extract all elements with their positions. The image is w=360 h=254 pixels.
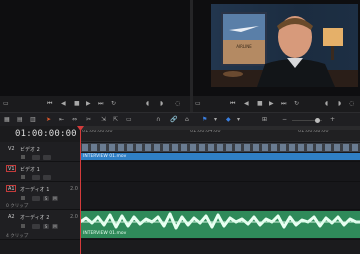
program-loop-button[interactable]: ↻	[294, 100, 299, 108]
track-name: オーディオ 2	[20, 215, 50, 221]
program-play-reverse-button[interactable]: ◀	[244, 100, 249, 108]
track-header-v2[interactable]: V2 ビデオ 2	[0, 142, 80, 162]
mute-button[interactable]: M	[52, 196, 58, 201]
lock-icon[interactable]	[21, 155, 25, 159]
program-menu-icon[interactable]: ▭	[195, 100, 201, 108]
flag-icon[interactable]: ⚑	[202, 116, 207, 124]
auto-select-icon[interactable]	[32, 224, 40, 229]
track-header-v1[interactable]: V1 ビデオ 1	[0, 162, 80, 182]
replace-clip-icon[interactable]: ▭	[126, 116, 132, 124]
source-transport-bar: ▭ ⏮ ◀ ■ ▶ ⏭ ↻ ◖ ◗ ◌	[0, 96, 190, 112]
source-viewer[interactable]	[0, 0, 190, 96]
clip-label: INTERVIEW 01.mov	[83, 154, 127, 159]
zoom-out-icon[interactable]: −	[282, 116, 287, 124]
track-id: V2	[8, 146, 15, 152]
ruler-strip	[80, 126, 360, 130]
jump-start-button[interactable]: ⏮	[47, 100, 52, 108]
timecode-display: 01:00:00:00	[15, 129, 77, 139]
track-enable-icon[interactable]	[43, 175, 51, 180]
timeline-settings-icon[interactable]: ▥	[30, 116, 36, 124]
track-name: ビデオ 1	[20, 167, 40, 173]
clip-count: 0 クリップ	[6, 204, 29, 209]
program-transport-bar: ▭ ⏮ ◀ ■ ▶ ⏭ ↻ ◖ ◗ ◌	[193, 96, 360, 112]
track-lane-a2[interactable]: INTERVIEW 01.mov	[80, 210, 360, 240]
mark-out-button[interactable]: ◗	[160, 100, 163, 108]
lock-icon[interactable]	[21, 175, 25, 179]
track-name: ビデオ 2	[20, 147, 40, 153]
viewer-menu-icon[interactable]: ▭	[3, 100, 9, 108]
track-id: A2	[8, 214, 15, 220]
blade-tool-icon[interactable]: ✂	[86, 116, 91, 124]
zoom-fit-icon[interactable]: ⊞	[262, 116, 267, 124]
linked-selection-icon[interactable]: 🔗	[170, 116, 177, 124]
play-button[interactable]: ▶	[86, 100, 91, 108]
loop-button[interactable]: ↻	[111, 100, 116, 108]
program-jump-start-button[interactable]: ⏮	[230, 100, 235, 108]
position-lock-icon[interactable]: ⌂	[185, 116, 189, 124]
auto-select-icon[interactable]	[32, 196, 40, 201]
track-header-a2[interactable]: A2 オーディオ 2 2.0 S M 4 クリップ	[0, 210, 80, 240]
timeline-toolbar: ▦ ▤ ▥ ➤ ⇤ ⇔ ✂ ⇲ ⇱ ▭ ∩ 🔗 ⌂ ⚑ ▾ ◆ ▾ ⊞ − +	[0, 112, 360, 126]
mark-in-button[interactable]: ◖	[146, 100, 149, 108]
program-stop-button[interactable]: ■	[257, 100, 263, 108]
channel-format: 2.0	[70, 214, 78, 220]
track-enable-icon[interactable]	[43, 155, 51, 160]
program-play-button[interactable]: ▶	[269, 100, 274, 108]
svg-text:AIRLINE: AIRLINE	[236, 44, 252, 49]
playhead[interactable]	[80, 126, 81, 254]
program-clear-marks-button[interactable]: ◌	[349, 100, 354, 108]
marker-icon[interactable]: ◆	[226, 116, 231, 124]
track-name: オーディオ 1	[20, 187, 50, 193]
program-video-frame: AIRLINE	[211, 4, 358, 87]
snapping-icon[interactable]: ∩	[156, 116, 160, 124]
track-lane-a1[interactable]	[80, 182, 360, 210]
track-header-a1[interactable]: A1 オーディオ 1 2.0 S M 0 クリップ	[0, 182, 80, 210]
timeline-view-icon[interactable]: ▤	[17, 116, 23, 124]
program-jump-end-button[interactable]: ⏭	[281, 100, 286, 108]
overwrite-clip-icon[interactable]: ⇱	[113, 116, 118, 124]
timeline-ruler[interactable]: 01:00:00:00 01:00:04:00 01:00:08:00	[80, 126, 360, 142]
auto-select-icon[interactable]	[32, 155, 40, 160]
channel-format: 2.0	[70, 186, 78, 192]
stop-button[interactable]: ■	[74, 100, 80, 108]
solo-button[interactable]: S	[43, 224, 49, 229]
program-mark-in-button[interactable]: ◖	[325, 100, 328, 108]
clear-marks-button[interactable]: ◌	[175, 100, 180, 108]
mute-button[interactable]: M	[52, 224, 58, 229]
track-id: V1	[8, 166, 15, 172]
jump-end-button[interactable]: ⏭	[98, 100, 103, 108]
selection-tool-icon[interactable]: ➤	[46, 116, 51, 124]
timeline-options-icon[interactable]: ▦	[4, 116, 10, 124]
clip-label: INTERVIEW 01.mov	[83, 231, 127, 236]
trim-tool-icon[interactable]: ⇤	[59, 116, 64, 124]
dynamic-trim-icon[interactable]: ⇔	[72, 116, 77, 124]
marker-dropdown-icon[interactable]: ▾	[237, 116, 240, 124]
play-reverse-button[interactable]: ◀	[61, 100, 66, 108]
track-id: A1	[8, 186, 15, 192]
auto-select-icon[interactable]	[32, 175, 40, 180]
lock-icon[interactable]	[21, 196, 25, 200]
timeline-bottom-area	[0, 240, 360, 254]
track-lane-v1[interactable]	[80, 162, 360, 182]
timeline-timecode: 01:00:00:00	[0, 126, 80, 142]
track-lane-v2[interactable]: INTERVIEW 01.mov	[80, 142, 360, 162]
audio-clip-a2[interactable]: INTERVIEW 01.mov	[80, 211, 360, 238]
zoom-in-icon[interactable]: +	[330, 116, 335, 124]
zoom-slider-handle[interactable]	[315, 118, 320, 123]
lock-icon[interactable]	[21, 224, 25, 228]
thumbnail-strip	[80, 143, 360, 152]
flag-dropdown-icon[interactable]: ▾	[214, 116, 217, 124]
insert-clip-icon[interactable]: ⇲	[101, 116, 106, 124]
program-mark-out-button[interactable]: ◗	[338, 100, 341, 108]
video-clip-v1[interactable]: INTERVIEW 01.mov	[80, 153, 360, 160]
solo-button[interactable]: S	[43, 196, 49, 201]
clip-count: 4 クリップ	[6, 234, 29, 239]
